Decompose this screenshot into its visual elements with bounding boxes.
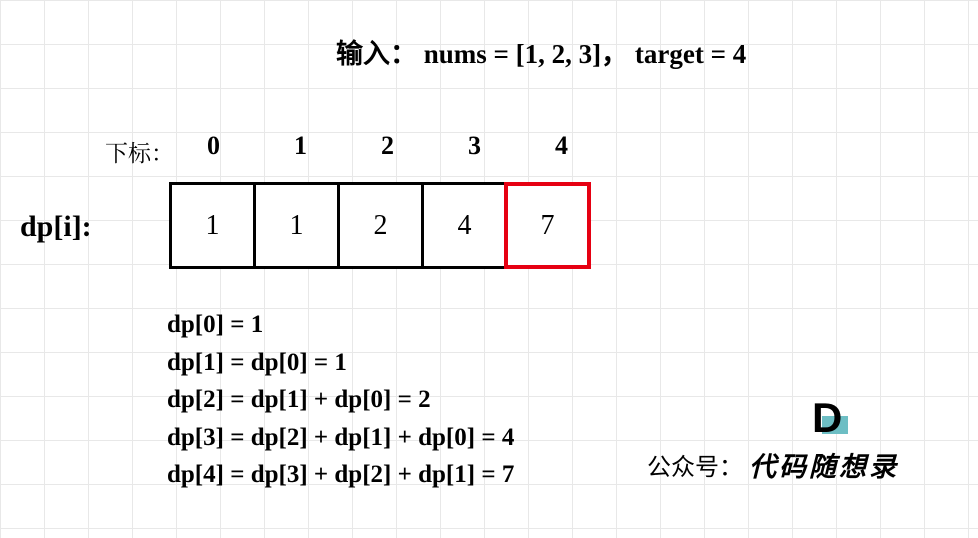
index-cell: 0 [170, 131, 257, 161]
brand-logo-icon: D [812, 399, 850, 437]
attribution: 公众号： 代码随想录 [647, 445, 899, 484]
attribution-prefix: 公众号： [647, 447, 743, 482]
index-cell: 1 [257, 131, 344, 161]
dp-cell: 1 [169, 182, 256, 269]
index-label: 下标： [105, 135, 174, 168]
equation-line: dp[0] = 1 [167, 306, 514, 344]
index-row: 0 1 2 3 4 [170, 131, 605, 161]
equation-line: dp[4] = dp[3] + dp[2] + dp[1] = 7 [167, 456, 514, 494]
index-cell: 4 [518, 131, 605, 161]
dp-label: dp[i]: [20, 210, 92, 244]
index-cell: 2 [344, 131, 431, 161]
dp-cell-highlight: 7 [504, 182, 591, 269]
dp-cell: 2 [337, 182, 424, 269]
attribution-brand: 代码随想录 [749, 445, 899, 484]
equation-line: dp[3] = dp[2] + dp[1] + dp[0] = 4 [167, 419, 514, 457]
dp-array: 1 1 2 4 7 [169, 182, 591, 269]
index-cell: 3 [431, 131, 518, 161]
equations: dp[0] = 1 dp[1] = dp[0] = 1 dp[2] = dp[1… [167, 306, 514, 494]
equation-line: dp[2] = dp[1] + dp[0] = 2 [167, 381, 514, 419]
equation-line: dp[1] = dp[0] = 1 [167, 344, 514, 382]
dp-cell: 1 [253, 182, 340, 269]
input-line: 输入： nums = [1, 2, 3]， target = 4 [336, 32, 746, 71]
dp-cell: 4 [421, 182, 508, 269]
